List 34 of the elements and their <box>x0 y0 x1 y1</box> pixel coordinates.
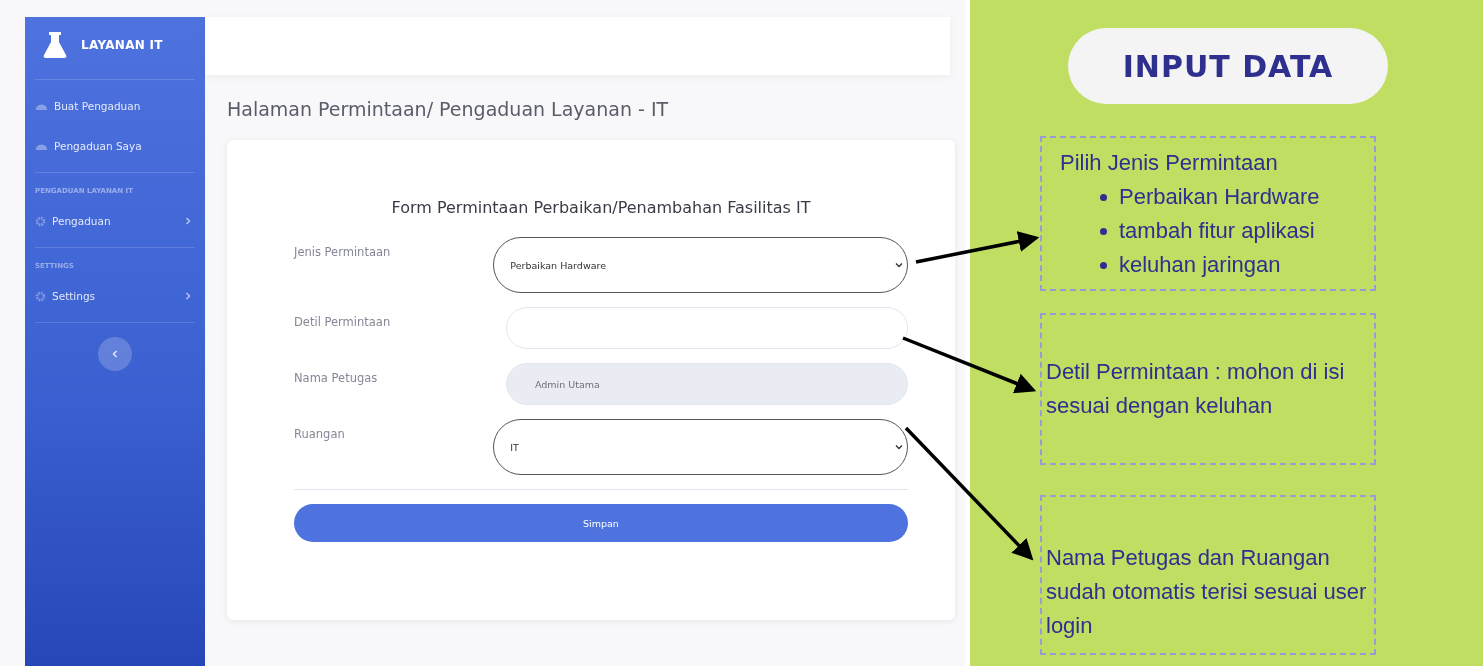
gauge-icon <box>35 101 48 111</box>
brand-name: LAYANAN IT <box>81 38 163 52</box>
field-label: Detil Permintaan <box>294 314 392 329</box>
input-field[interactable] <box>506 307 908 349</box>
page-title: Halaman Permintaan/ Pengaduan Layanan - IT <box>227 98 670 120</box>
save-button[interactable]: Simpan <box>294 504 908 542</box>
note-text: Nama Petugas dan Ruangan sudah otomatis terisi sesuai user login <box>1046 544 1368 640</box>
form-title: Form Permintaan Perbaikan/Penambahan Fasilitas IT <box>390 198 812 217</box>
note-heading: Pilih Jenis Permintaan <box>1060 149 1279 177</box>
note-text: Detil Permintaan : mohon di isi sesuai dengan keluhan <box>1046 358 1346 420</box>
gear-icon <box>35 290 46 302</box>
chevron-left-icon <box>112 350 118 358</box>
chevron-right-icon <box>185 217 191 225</box>
note-bullet: tambah fitur aplikasi <box>1119 217 1315 245</box>
note-bullet: keluhan jaringan <box>1119 251 1281 279</box>
gear-icon <box>35 215 46 227</box>
flask-icon <box>43 31 67 59</box>
bullet-icon <box>1100 261 1107 269</box>
annotation-title: INPUT DATA <box>1068 28 1388 104</box>
chevron-down-icon <box>895 262 903 268</box>
sidebar-toggle-button[interactable] <box>98 337 132 371</box>
bullet-icon <box>1100 227 1107 235</box>
note-bullet: Perbaikan Hardware <box>1119 183 1320 211</box>
field-label: Jenis Permintaan <box>294 244 392 259</box>
field-label: Ruangan <box>294 426 346 441</box>
bullet-icon <box>1100 193 1107 201</box>
sidebar-item[interactable]: Buat Pengaduan <box>35 86 195 126</box>
sidebar-item[interactable]: Settings <box>35 276 195 316</box>
sidebar-item[interactable]: Pengaduan Saya <box>35 126 195 166</box>
sidebar-item[interactable]: Pengaduan <box>35 201 195 241</box>
field-label: Nama Petugas <box>294 370 379 385</box>
chevron-right-icon <box>185 292 191 300</box>
gauge-icon <box>35 141 48 151</box>
chevron-down-icon <box>895 444 903 450</box>
